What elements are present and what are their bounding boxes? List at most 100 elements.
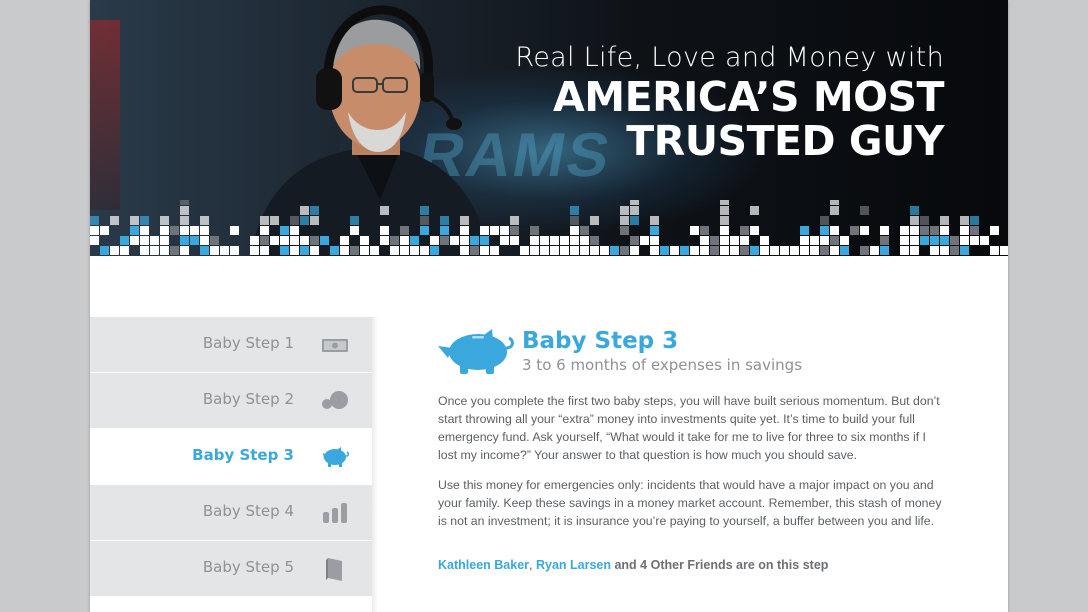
step-title: Baby Step 3 — [522, 328, 679, 354]
pixel-block — [910, 206, 919, 215]
pixel-block — [930, 236, 939, 245]
piggy-bank-icon — [323, 447, 350, 467]
pixel-block — [360, 236, 369, 245]
pixel-block — [760, 236, 769, 245]
pixel-block — [670, 246, 679, 255]
pixel-block — [500, 226, 509, 235]
pixel-block — [640, 236, 649, 245]
pixel-block — [150, 246, 159, 255]
pixel-block — [100, 226, 109, 235]
pixel-block — [970, 216, 979, 225]
pixel-block — [350, 216, 359, 225]
pixel-block — [110, 246, 119, 255]
pixel-block — [170, 226, 179, 235]
pixel-block — [350, 226, 359, 235]
pixel-block — [160, 246, 169, 255]
pixel-block — [300, 206, 309, 215]
pixel-block — [140, 246, 149, 255]
pixel-block — [530, 226, 539, 235]
pixel-block — [290, 226, 299, 235]
pixel-block — [290, 246, 299, 255]
pixel-block — [130, 216, 139, 225]
pixel-block — [720, 216, 729, 225]
friends-count-text: and 4 Other Friends are on this step — [611, 558, 829, 572]
pixel-block — [1000, 246, 1008, 255]
sidebar-item-label: Baby Step 3 — [192, 446, 294, 464]
pixel-block — [380, 206, 389, 215]
pixel-block — [400, 236, 409, 245]
sidebar-shadow — [372, 317, 378, 612]
pixel-block — [330, 246, 339, 255]
pixel-block — [430, 236, 439, 245]
pixel-block — [400, 226, 409, 235]
pixel-block — [310, 216, 319, 225]
pixel-block — [960, 216, 969, 225]
pixel-block — [200, 216, 209, 225]
pixel-block — [350, 246, 359, 255]
pixel-block — [990, 226, 999, 235]
pixel-block — [480, 226, 489, 235]
page: RAMS Real Life, Love and Money with AMER… — [90, 0, 1008, 612]
pixel-block — [480, 246, 489, 255]
pixel-block — [200, 236, 209, 245]
pixel-block — [860, 206, 869, 215]
hero-background-light — [90, 20, 120, 210]
pixel-block — [900, 236, 909, 245]
pixel-block — [790, 246, 799, 255]
sidebar-item-baby-step-2[interactable]: Baby Step 2 — [90, 373, 372, 428]
pixel-block — [200, 226, 209, 235]
pixel-block — [720, 200, 729, 205]
pixel-block — [800, 236, 809, 245]
pixel-block — [180, 200, 189, 205]
pixel-block — [740, 226, 749, 235]
pixel-block — [650, 216, 659, 225]
pixel-block — [820, 226, 829, 235]
friend-link-kathleen-baker[interactable]: Kathleen Baker — [438, 558, 529, 572]
pixel-block — [940, 226, 949, 235]
pixel-block — [520, 246, 529, 255]
pixel-block — [420, 216, 429, 225]
pixel-block — [830, 236, 839, 245]
pixel-block — [310, 236, 319, 245]
pixel-block — [130, 226, 139, 235]
pixel-block — [900, 226, 909, 235]
pixel-block — [120, 246, 129, 255]
pixel-block — [310, 206, 319, 215]
pixel-block — [820, 236, 829, 245]
pixel-block — [290, 236, 299, 245]
pixel-block — [510, 236, 519, 245]
sidebar-item-baby-step-3[interactable]: Baby Step 3 — [90, 429, 372, 484]
sidebar-item-baby-step-4[interactable]: Baby Step 4 — [90, 485, 372, 540]
pixel-block — [180, 216, 189, 225]
pixel-block — [970, 236, 979, 245]
pixel-block — [730, 236, 739, 245]
pixel-block — [280, 226, 289, 235]
pixel-block — [440, 236, 449, 245]
pixel-block — [310, 246, 319, 255]
friend-link-ryan-larsen[interactable]: Ryan Larsen — [536, 558, 611, 572]
pixel-block — [960, 226, 969, 235]
pixel-block — [840, 246, 849, 255]
pixel-block — [290, 216, 299, 225]
book-icon — [326, 558, 342, 581]
pixel-block — [620, 246, 629, 255]
pixel-block — [390, 236, 399, 245]
pixel-block — [150, 236, 159, 245]
sidebar-item-baby-step-5[interactable]: Baby Step 5 — [90, 541, 372, 596]
pixel-block — [680, 246, 689, 255]
pixel-block — [610, 246, 619, 255]
pixel-block — [860, 246, 869, 255]
sidebar-item-baby-step-1[interactable]: Baby Step 1 — [90, 317, 372, 372]
pixel-block — [930, 246, 939, 255]
pixel-block — [700, 246, 709, 255]
pixel-block — [260, 226, 269, 235]
pixel-block — [90, 226, 99, 235]
pixel-block — [700, 236, 709, 245]
pixel-block — [960, 246, 969, 255]
pixel-block — [580, 226, 589, 235]
pixel-block — [140, 216, 149, 225]
pixel-block — [100, 246, 109, 255]
pixel-block — [180, 226, 189, 235]
pixel-block — [770, 246, 779, 255]
pixel-block — [460, 236, 469, 245]
